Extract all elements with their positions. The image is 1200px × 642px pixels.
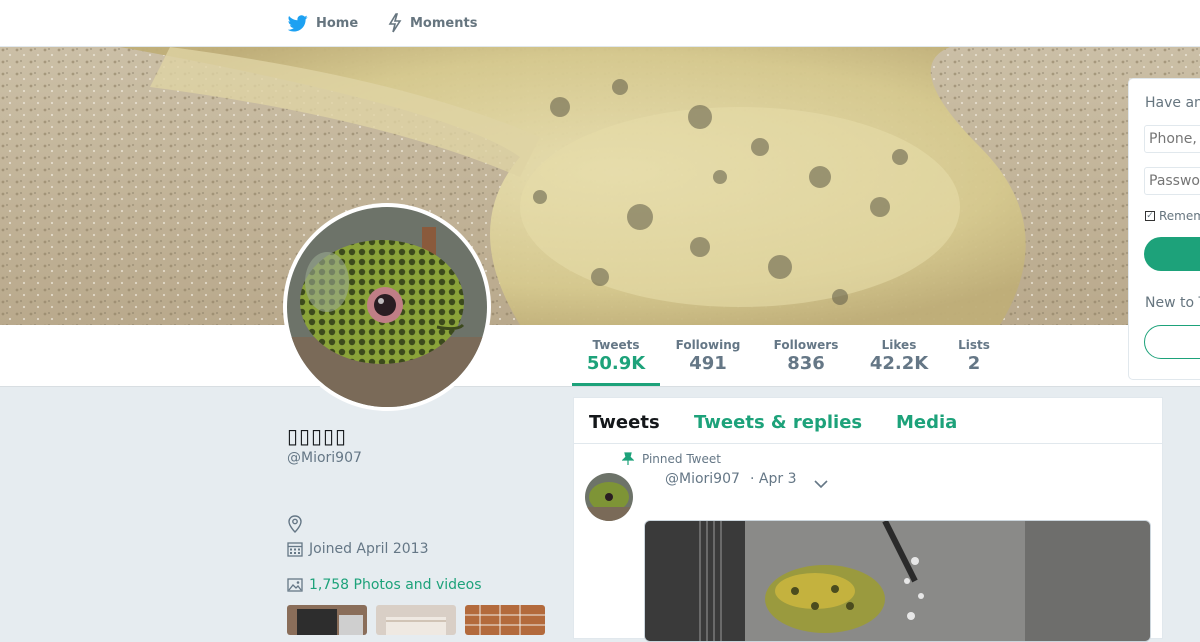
timeline: Tweets Tweets & replies Media Pinned Twe… xyxy=(573,397,1163,642)
location-icon xyxy=(288,515,302,533)
image-icon xyxy=(287,578,303,592)
profile-stats-bar: Tweets 50.9K Following 491 Followers 836… xyxy=(0,325,1200,387)
profile-joined-text: Joined April 2013 xyxy=(309,541,429,557)
tab-media[interactable]: Media xyxy=(896,412,957,433)
stat-label: Likes xyxy=(881,338,917,352)
tab-tweets-replies[interactable]: Tweets & replies xyxy=(694,412,862,433)
new-to-twitter-label: New to T xyxy=(1145,295,1200,311)
profile-banner xyxy=(0,47,1200,325)
remember-label: Remem xyxy=(1159,209,1200,223)
tab-tweets[interactable]: Tweets xyxy=(589,412,660,433)
profile-location xyxy=(287,515,309,533)
moments-bolt-icon xyxy=(388,13,402,33)
top-nav: Home Moments xyxy=(0,0,1200,47)
nav-moments[interactable]: Moments xyxy=(388,0,477,46)
profile-avatar[interactable] xyxy=(283,203,491,411)
profile-handle: @Miori907 xyxy=(287,450,362,466)
login-panel: Have an ✓ Remem New to T xyxy=(1128,78,1200,380)
remember-me[interactable]: ✓ Remem xyxy=(1145,209,1200,223)
stat-tweets[interactable]: Tweets 50.9K xyxy=(572,325,660,386)
photo-thumbnail[interactable] xyxy=(376,605,456,635)
login-title: Have an xyxy=(1145,95,1200,111)
pinned-tweet-indicator: Pinned Tweet xyxy=(622,452,721,466)
twitter-bird-icon xyxy=(288,14,308,31)
stat-label: Tweets xyxy=(592,338,640,352)
photo-thumbnail[interactable] xyxy=(287,605,367,635)
photo-thumbnails xyxy=(287,605,545,635)
stat-following[interactable]: Following 491 xyxy=(674,325,742,386)
nav-moments-label: Moments xyxy=(410,15,478,31)
stat-value: 42.2K xyxy=(869,353,929,374)
login-button[interactable] xyxy=(1144,237,1200,271)
signup-button[interactable] xyxy=(1144,325,1200,359)
phone-field[interactable] xyxy=(1144,125,1200,153)
profile-photos-text: 1,758 Photos and videos xyxy=(309,577,482,593)
timeline-tabs: Tweets Tweets & replies Media xyxy=(574,398,1162,444)
stat-value: 836 xyxy=(787,353,825,374)
stat-value: 2 xyxy=(967,353,981,374)
profile-joined: Joined April 2013 xyxy=(287,541,429,557)
profile-name: ▯▯▯▯▯ xyxy=(287,424,348,448)
stat-value: 491 xyxy=(689,353,727,374)
stat-likes[interactable]: Likes 42.2K xyxy=(868,325,930,386)
pinned-label: Pinned Tweet xyxy=(642,452,721,466)
tweet-media-image[interactable] xyxy=(644,520,1151,642)
nav-home[interactable]: Home xyxy=(288,0,358,46)
stat-followers[interactable]: Followers 836 xyxy=(772,325,840,386)
stat-label: Following xyxy=(675,338,741,352)
stat-lists[interactable]: Lists 2 xyxy=(956,325,992,386)
tweet-avatar[interactable] xyxy=(585,473,633,521)
tweet-date[interactable]: · Apr 3 xyxy=(750,471,796,487)
password-field[interactable] xyxy=(1144,167,1200,195)
profile-photos-link[interactable]: 1,758 Photos and videos xyxy=(287,577,482,593)
stat-value: 50.9K xyxy=(586,353,646,374)
pin-icon xyxy=(622,452,634,465)
photo-thumbnail[interactable] xyxy=(465,605,545,635)
calendar-icon xyxy=(287,542,303,557)
remember-checkbox[interactable]: ✓ xyxy=(1145,211,1155,221)
nav-home-label: Home xyxy=(316,15,359,31)
chevron-down-icon xyxy=(814,480,828,489)
tweet-menu-button[interactable] xyxy=(814,474,828,493)
stat-label: Lists xyxy=(958,338,990,352)
tweet-handle[interactable]: @Miori907 xyxy=(665,471,740,487)
stat-label: Followers xyxy=(773,338,839,352)
